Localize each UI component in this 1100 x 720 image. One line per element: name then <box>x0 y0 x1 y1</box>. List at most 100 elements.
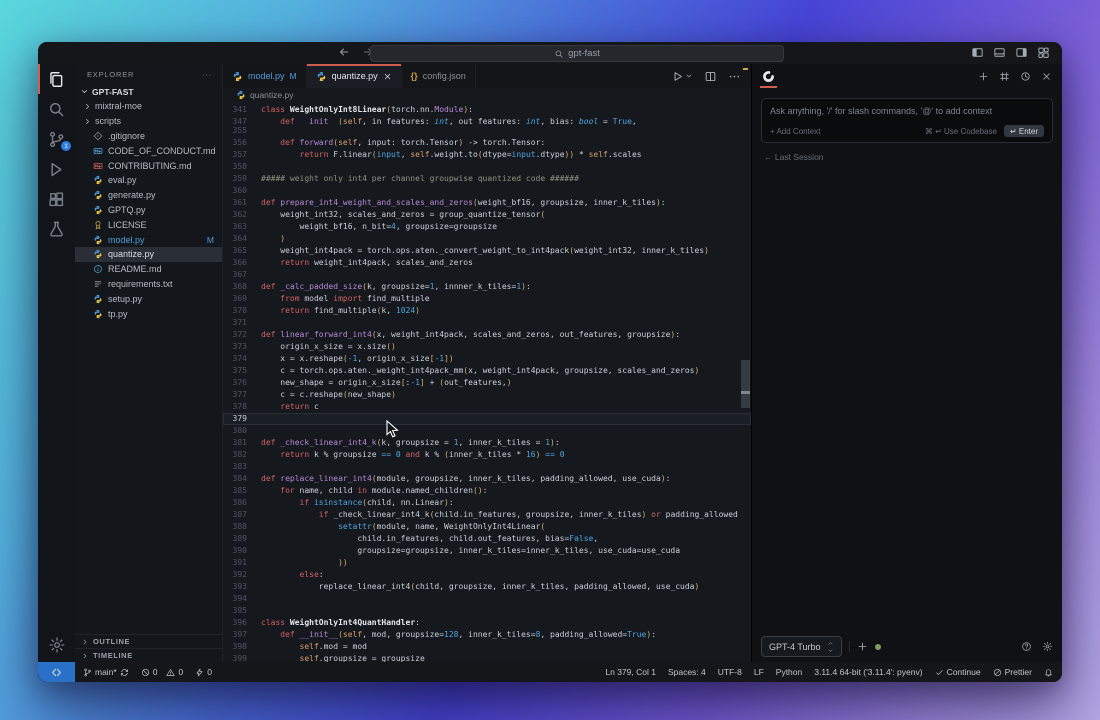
status-spaces-4[interactable]: Spaces: 4 <box>668 667 706 677</box>
code-line[interactable]: 391 )) <box>223 557 751 569</box>
file--gitignore[interactable]: .gitignore <box>75 129 222 144</box>
code-line[interactable]: 341class WeightOnlyInt8Linear(torch.nn.M… <box>223 104 751 116</box>
code-line[interactable]: 367 <box>223 269 751 281</box>
layout-bottom-icon[interactable] <box>993 46 1006 59</box>
activity-bar-source-control[interactable]: 1 <box>38 124 75 154</box>
sidebar-section-outline[interactable]: OUTLINE <box>75 634 222 648</box>
activity-bar-explorer[interactable] <box>38 64 75 94</box>
code-line[interactable]: 355 <box>223 125 751 137</box>
code-line[interactable]: 390 groupsize=groupsize, inner_k_tiles=i… <box>223 545 751 557</box>
code-line[interactable]: 377 c = c.reshape(new_shape) <box>223 389 751 401</box>
file-quantize-py[interactable]: quantize.py <box>75 247 222 262</box>
file-contributing-md[interactable]: CONTRIBUTING.md <box>75 158 222 173</box>
status-lf[interactable]: LF <box>754 667 764 677</box>
folder-scripts[interactable]: scripts <box>75 114 222 129</box>
remote-indicator[interactable] <box>38 662 75 682</box>
extra-status[interactable]: 0 <box>195 667 212 677</box>
code-line[interactable]: 357 return F.linear(input, self.weight.t… <box>223 149 751 161</box>
more-actions-icon[interactable] <box>728 70 741 83</box>
file-tp-py[interactable]: tp.py <box>75 306 222 321</box>
code-line[interactable]: 398 self.mod = mod <box>223 641 751 653</box>
activity-bar-testing[interactable] <box>38 214 75 244</box>
code-line[interactable]: 365 weight_int4pack = torch.ops.aten._co… <box>223 245 751 257</box>
code-line[interactable]: 387 if _check_linear_int4_k(child.in_fea… <box>223 509 751 521</box>
code-line[interactable]: 376 new_shape = origin_x_size[:-1] + (ou… <box>223 377 751 389</box>
file-generate-py[interactable]: generate.py <box>75 188 222 203</box>
code-line[interactable]: 393 replace_linear_int4(child, groupsize… <box>223 581 751 593</box>
activity-bar-run-debug[interactable] <box>38 154 75 184</box>
history-back-icon[interactable] <box>338 46 350 58</box>
file-gptq-py[interactable]: GPTQ.py <box>75 203 222 218</box>
code-line[interactable]: 374 x = x.reshape(-1, origin_x_size[-1]) <box>223 353 751 365</box>
activity-bar-search[interactable] <box>38 94 75 124</box>
continue-logo-icon[interactable] <box>762 70 775 83</box>
add-model-icon[interactable] <box>849 641 868 652</box>
tab-model-py[interactable]: model.pyM <box>223 64 307 88</box>
git-branch-status[interactable]: main* <box>83 667 129 677</box>
file-eval-py[interactable]: eval.py <box>75 173 222 188</box>
code-line[interactable]: 372def linear_forward_int4(x, weight_int… <box>223 329 751 341</box>
use-codebase-hint[interactable]: ⌘ ↵ Use Codebase <box>925 127 997 136</box>
code-line[interactable]: 361def prepare_int4_weight_and_scales_an… <box>223 197 751 209</box>
history-icon[interactable] <box>1020 71 1031 82</box>
status-bell[interactable] <box>1044 668 1053 677</box>
code-line[interactable]: 360 <box>223 185 751 197</box>
tab-config-json[interactable]: {}config.json <box>402 64 476 88</box>
code-line[interactable]: 397 def __init__(self, mod, groupsize=12… <box>223 629 751 641</box>
file-code-of-conduct-md[interactable]: CODE_OF_CONDUCT.md <box>75 143 222 158</box>
breadcrumb[interactable]: quantize.py <box>223 88 751 102</box>
status-utf-8[interactable]: UTF-8 <box>718 667 742 677</box>
status-python[interactable]: Python <box>776 667 802 677</box>
code-line[interactable]: 388 setattr(module, name, WeightOnlyInt4… <box>223 521 751 533</box>
code-line[interactable]: 384def replace_linear_int4(module, group… <box>223 473 751 485</box>
folder-mixtral-moe[interactable]: mixtral-moe <box>75 99 222 114</box>
code-line[interactable]: 396class WeightOnlyInt4QuantHandler: <box>223 617 751 629</box>
run-button[interactable] <box>671 70 693 83</box>
code-line[interactable]: 358 <box>223 161 751 173</box>
code-line[interactable]: 381def _check_linear_int4_k(k, groupsize… <box>223 437 751 449</box>
workspace-root[interactable]: GPT-FAST <box>75 84 222 99</box>
problems-status[interactable]: 0 0 <box>141 667 183 677</box>
code-line[interactable]: 382 return k % groupsize == 0 and k % (i… <box>223 449 751 461</box>
status-prettier[interactable]: Prettier <box>993 667 1032 677</box>
code-line[interactable]: 386 if isinstance(child, nn.Linear): <box>223 497 751 509</box>
code-line[interactable]: 370 return find_multiple(k, 1024) <box>223 305 751 317</box>
code-line[interactable]: 359##### weight only int4 per channel gr… <box>223 173 751 185</box>
close-panel-icon[interactable] <box>1041 71 1052 82</box>
add-context-button[interactable]: + Add Context <box>770 127 820 136</box>
chat-settings-icon[interactable] <box>1042 641 1053 652</box>
code-line[interactable]: 347 def __init__(self, in_features: int,… <box>223 116 751 125</box>
close-icon[interactable] <box>383 72 392 81</box>
file-setup-py[interactable]: setup.py <box>75 291 222 306</box>
code-line[interactable]: 363 weight_bf16, n_bit=4, groupsize=grou… <box>223 221 751 233</box>
code-editor[interactable]: 341class WeightOnlyInt8Linear(torch.nn.M… <box>223 102 751 662</box>
code-line[interactable]: 392 else: <box>223 569 751 581</box>
command-center-search[interactable]: gpt-fast <box>370 45 784 62</box>
code-line[interactable]: 368def _calc_padded_size(k, groupsize=1,… <box>223 281 751 293</box>
layout-left-icon[interactable] <box>971 46 984 59</box>
more-actions-icon[interactable]: ··· <box>202 70 212 79</box>
code-line[interactable]: 356 def forward(self, input: torch.Tenso… <box>223 137 751 149</box>
status-ln-379-col-1[interactable]: Ln 379, Col 1 <box>605 667 656 677</box>
code-line[interactable]: 394 <box>223 593 751 605</box>
code-line[interactable]: 369 from model import find_multiple <box>223 293 751 305</box>
model-selector[interactable]: GPT-4 Turbo <box>761 636 842 657</box>
last-session-link[interactable]: ← Last Session <box>764 152 1050 162</box>
activity-bar-extensions[interactable] <box>38 184 75 214</box>
code-line[interactable]: 375 c = torch.ops.aten._weight_int4pack_… <box>223 365 751 377</box>
chat-input[interactable]: Ask anything, '/' for slash commands, '@… <box>761 98 1053 143</box>
code-line[interactable]: 399 self.groupsize = groupsize <box>223 653 751 662</box>
split-editor-icon[interactable] <box>704 70 717 83</box>
status-continue[interactable]: Continue <box>935 667 981 677</box>
code-line[interactable]: 389 child.in_features, child.out_feature… <box>223 533 751 545</box>
editor-scrollbar[interactable] <box>741 360 750 408</box>
code-line[interactable]: 373 origin_x_size = x.size() <box>223 341 751 353</box>
code-line[interactable]: 364 ) <box>223 233 751 245</box>
file-license[interactable]: LICENSE <box>75 217 222 232</box>
current-line[interactable]: 379 <box>223 413 751 425</box>
layout-custom-icon[interactable] <box>1037 46 1050 59</box>
code-line[interactable]: 366 return weight_int4pack, scales_and_z… <box>223 257 751 269</box>
file-readme-md[interactable]: README.md <box>75 262 222 277</box>
status-3-11-4-64-bit-3-11-4-pyenv-[interactable]: 3.11.4 64-bit ('3.11.4': pyenv) <box>814 667 922 677</box>
layout-right-icon[interactable] <box>1015 46 1028 59</box>
